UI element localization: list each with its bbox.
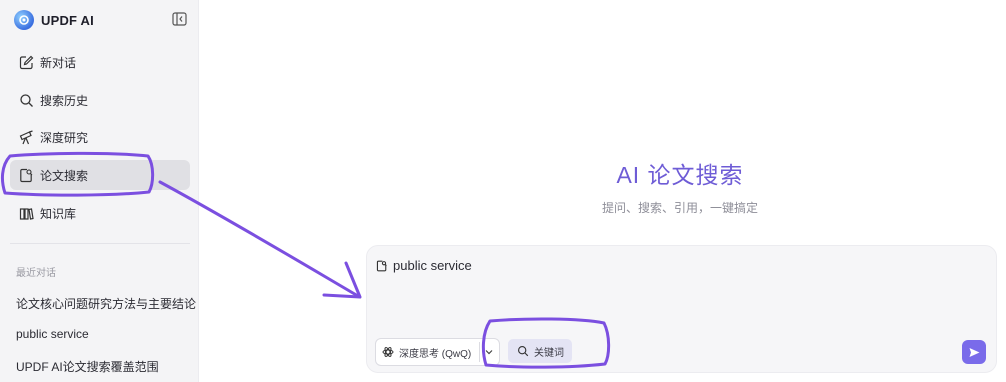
atom-icon xyxy=(382,347,394,357)
nav-label: 深度研究 xyxy=(40,130,89,145)
recent-chat-item[interactable]: UPDF AI论文搜索覆盖范围 xyxy=(16,358,159,375)
telescope-icon xyxy=(19,129,33,144)
search-icon xyxy=(518,346,529,357)
nav-item-new-chat[interactable]: 新对话 xyxy=(10,47,190,77)
sidebar: UPDF AI 新对话 搜索历史 深度研究 论文搜索 知识库 最近对话 论文核心… xyxy=(0,0,199,382)
nav-item-knowledge-base[interactable]: 知识库 xyxy=(10,198,190,228)
nav-item-deep-research[interactable]: 深度研究 xyxy=(10,122,190,152)
brand[interactable]: UPDF AI xyxy=(14,9,94,31)
keyword-button[interactable]: 关键词 xyxy=(508,339,572,363)
updf-logo-icon xyxy=(14,10,34,30)
select-divider xyxy=(479,342,480,362)
annotation-arrowhead xyxy=(322,261,362,299)
library-icon xyxy=(19,207,34,220)
nav-label: 搜索历史 xyxy=(40,93,89,108)
recent-section-label: 最近对话 xyxy=(16,268,56,279)
nav-label: 知识库 xyxy=(40,206,77,221)
nav-label: 新对话 xyxy=(40,55,77,70)
recent-chat-item[interactable]: public service xyxy=(16,327,89,341)
nav-item-paper-search[interactable]: 论文搜索 xyxy=(10,160,190,190)
paper-search-icon xyxy=(376,260,387,271)
nav-label: 论文搜索 xyxy=(40,168,89,183)
page-title: AI 论文搜索 xyxy=(616,162,744,188)
model-label: 深度思考 (QwQ) xyxy=(399,348,472,360)
recent-chat-item[interactable]: 论文核心问题研究方法与主要结论 xyxy=(16,295,196,312)
brand-name: UPDF AI xyxy=(41,12,94,28)
keyword-label: 关键词 xyxy=(534,347,564,359)
composer[interactable]: public service 深度思考 (QwQ) 关键词 xyxy=(366,245,997,373)
nav-item-search-history[interactable]: 搜索历史 xyxy=(10,85,190,115)
paper-search-icon xyxy=(20,168,33,182)
collapse-sidebar-icon[interactable] xyxy=(172,12,187,26)
send-button[interactable] xyxy=(962,340,986,364)
search-icon xyxy=(20,93,33,107)
query-input[interactable]: public service xyxy=(376,258,472,273)
chevron-down-icon[interactable] xyxy=(484,347,494,357)
sidebar-divider xyxy=(10,243,190,244)
send-icon xyxy=(969,347,979,357)
model-select[interactable]: 深度思考 (QwQ) xyxy=(375,338,500,366)
edit-icon xyxy=(19,55,34,69)
query-text: public service xyxy=(393,258,472,273)
page-subtitle: 提问、搜索、引用，一键搞定 xyxy=(601,201,758,215)
